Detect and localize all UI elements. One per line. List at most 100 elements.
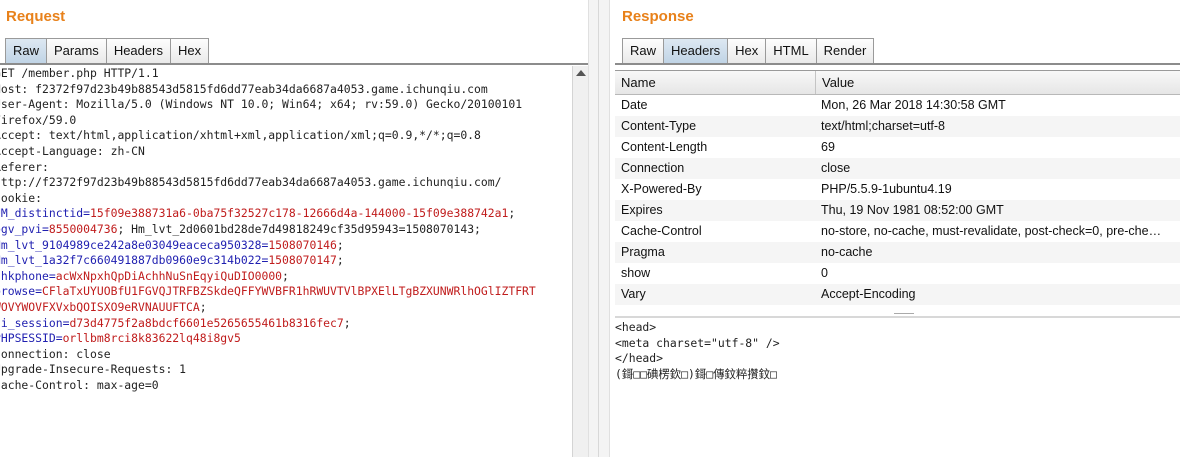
cookie-value: WOVYWOVFXVxbQOISXO9eRVNAUUFTCA: [0, 299, 200, 314]
line-text: http://f2372f97d23b49b88543d5815fd6dd77e…: [0, 175, 502, 190]
line-text: Upgrade-Insecure-Requests: 1: [0, 362, 187, 377]
cookie-value: 15f09e388731a6-0ba75f32527c178-12666d4a-…: [90, 206, 509, 221]
line-text: Firefox/59.0: [0, 112, 77, 127]
tab-headers[interactable]: Headers: [663, 38, 729, 64]
cookie-key: Hm_lvt_9104989ce242a8e03049eaceca950328=: [0, 237, 269, 252]
request-line: Hm_lvt_9104989ce242a8e03049eaceca950328=…: [0, 238, 572, 254]
header-name: Date: [621, 98, 648, 112]
request-title: Request: [6, 8, 66, 25]
request-editor[interactable]: GET /member.php HTTP/1.1 Host: f2372f97d2…: [0, 66, 572, 457]
response-title: Response: [622, 8, 694, 25]
line-text: ; Hm_lvt_2d0601bd28de7d49818249cf35d9594…: [117, 221, 481, 236]
pane-splitter[interactable]: [588, 0, 610, 457]
cookie-key: UM_distinctid=: [0, 206, 91, 221]
request-line: Accept-Language: zh-CN: [0, 144, 572, 160]
header-value: text/html;charset=utf-8: [821, 119, 946, 133]
request-line: pgv_pvi=8550004736; Hm_lvt_2d0601bd28de7…: [0, 222, 572, 238]
line-text: GET /member.php HTTP/1.1: [0, 66, 159, 80]
request-pane: Request Raw Params Headers Hex GET /memb…: [0, 0, 588, 457]
request-line: ci_session=d73d4775f2a8bdcf6601e52656554…: [0, 316, 572, 332]
header-value: PHP/5.5.9-1ubuntu4.19: [821, 182, 952, 196]
cookie-key: PHPSESSID=: [0, 331, 63, 346]
cookie-value: CFlaTxUYUOBfU1FGVQJTRFBZSkdeQFFYWVBFR1hR…: [42, 284, 536, 299]
tab-params[interactable]: Params: [46, 38, 107, 64]
line-text: ;: [282, 268, 289, 283]
request-line: PHPSESSID=orllbm8rci8k83622lq48i8gv5: [0, 331, 572, 347]
cookie-value: 1508070147: [268, 253, 337, 268]
tab-html[interactable]: HTML: [765, 38, 817, 64]
header-name: Cache-Control: [621, 224, 702, 238]
request-line: chkphone=acWxNpxhQpDiAchhNuSnEqyiQuDIO00…: [0, 269, 572, 285]
request-line: Hm_lvt_1a32f7c660491887db0960e9c314b022=…: [0, 253, 572, 269]
header-name: Pragma: [621, 245, 665, 259]
body-line: </head>: [615, 351, 664, 365]
line-text: ;: [343, 315, 351, 330]
request-line: Cookie:: [0, 191, 572, 207]
tab-headers[interactable]: Headers: [105, 38, 171, 64]
table-row[interactable]: show 0: [615, 263, 1180, 284]
request-line: GET /member.php HTTP/1.1: [0, 66, 572, 82]
cookie-value: orllbm8rci8k83622lq48i8gv5: [62, 331, 241, 346]
header-name: Content-Length: [621, 140, 708, 154]
request-line: Cache-Control: max-age=0: [0, 378, 572, 394]
cookie-value: acWxNpxhQpDiAchhNuSnEqyiQuDIO0000: [55, 268, 283, 283]
line-text: Cache-Control: max-age=0: [0, 377, 159, 392]
line-text: Referer:: [0, 159, 49, 174]
response-pane: Response Raw Headers Hex HTML Render Nam…: [610, 0, 1180, 457]
body-line: <head>: [615, 320, 657, 334]
line-text: ;: [336, 237, 344, 252]
response-headers-table: Name Value Date Mon, 26 Mar 2018 14:30:58…: [615, 70, 1180, 305]
body-line: <meta charset="utf-8" />: [615, 335, 780, 350]
line-text: Connection: close: [0, 346, 111, 361]
table-row[interactable]: Date Mon, 26 Mar 2018 14:30:58 GMT: [615, 95, 1180, 116]
table-row[interactable]: Content-Length 69: [615, 137, 1180, 158]
table-row[interactable]: Pragma no-cache: [615, 242, 1180, 263]
request-line: http://f2372f97d23b49b88543d5815fd6dd77e…: [0, 175, 572, 191]
line-text: Host: f2372f97d23b49b88543d5815fd6dd77ea…: [0, 81, 488, 96]
table-row[interactable]: Cache-Control no-store, no-cache, must-re…: [615, 221, 1180, 242]
tab-hex[interactable]: Hex: [727, 38, 767, 64]
table-divider[interactable]: [615, 316, 1180, 318]
line-text: ;: [336, 253, 344, 268]
cookie-value: 1508070146: [268, 237, 337, 252]
line-text: Accept-Language: zh-CN: [0, 143, 145, 158]
response-tabs: Raw Headers Hex HTML Render: [622, 38, 875, 64]
header-name: Expires: [621, 203, 663, 217]
request-line: Referer:: [0, 160, 572, 176]
tab-render[interactable]: Render: [815, 38, 875, 64]
table-row[interactable]: Vary Accept-Encoding: [615, 284, 1180, 305]
tab-raw[interactable]: Raw: [622, 38, 665, 64]
tab-hex[interactable]: Hex: [169, 38, 210, 64]
table-header: Name Value: [615, 71, 1180, 95]
cookie-value: 8550004736: [48, 221, 118, 236]
request-line: UM_distinctid=15f09e388731a6-0ba75f32527…: [0, 206, 572, 222]
scroll-up-icon[interactable]: [576, 70, 586, 76]
table-row[interactable]: Expires Thu, 19 Nov 1981 08:52:00 GMT: [615, 200, 1180, 221]
tab-underline: [615, 63, 1180, 65]
request-line: browse=CFlaTxUYUOBfU1FGVQJTRFBZSkdeQFFYW…: [0, 284, 572, 300]
line-text: ;: [199, 299, 207, 314]
tab-underline: [0, 63, 588, 65]
table-row[interactable]: Connection close: [615, 158, 1180, 179]
table-row[interactable]: X-Powered-By PHP/5.5.9-1ubuntu4.19: [615, 179, 1180, 200]
cookie-key: ci_session=: [0, 315, 70, 330]
response-body: <head> <meta charset="utf-8" /> </head> (鎶□…: [615, 320, 1180, 382]
tab-raw[interactable]: Raw: [5, 38, 48, 64]
table-row[interactable]: Content-Type text/html;charset=utf-8: [615, 116, 1180, 137]
column-name-header[interactable]: Name: [615, 71, 815, 94]
body-line: (鎶□□碘楞欽□)鎶□傳鈫粹攢鈫□: [615, 366, 777, 381]
line-text: Accept: text/html,application/xhtml+xml,…: [0, 128, 481, 143]
line-text: User-Agent: Mozilla/5.0 (Windows NT 10.0…: [0, 97, 523, 112]
request-line: Connection: close: [0, 347, 572, 363]
cookie-key: Hm_lvt_1a32f7c660491887db0960e9c314b022=: [0, 253, 269, 268]
column-value-header[interactable]: Value: [815, 71, 1180, 94]
line-text: Cookie:: [0, 190, 43, 205]
request-scrollbar[interactable]: [572, 66, 588, 457]
header-value: 69: [821, 140, 835, 154]
header-value: no-store, no-cache, must-revalidate, pos…: [821, 224, 1162, 238]
cookie-value: d73d4775f2a8bdcf6601e5265655461b8316fec7: [69, 315, 344, 330]
line-text: ;: [508, 206, 516, 221]
request-line: Accept: text/html,application/xhtml+xml,…: [0, 128, 572, 144]
header-name: Connection: [621, 161, 685, 175]
header-value: close: [821, 161, 851, 175]
